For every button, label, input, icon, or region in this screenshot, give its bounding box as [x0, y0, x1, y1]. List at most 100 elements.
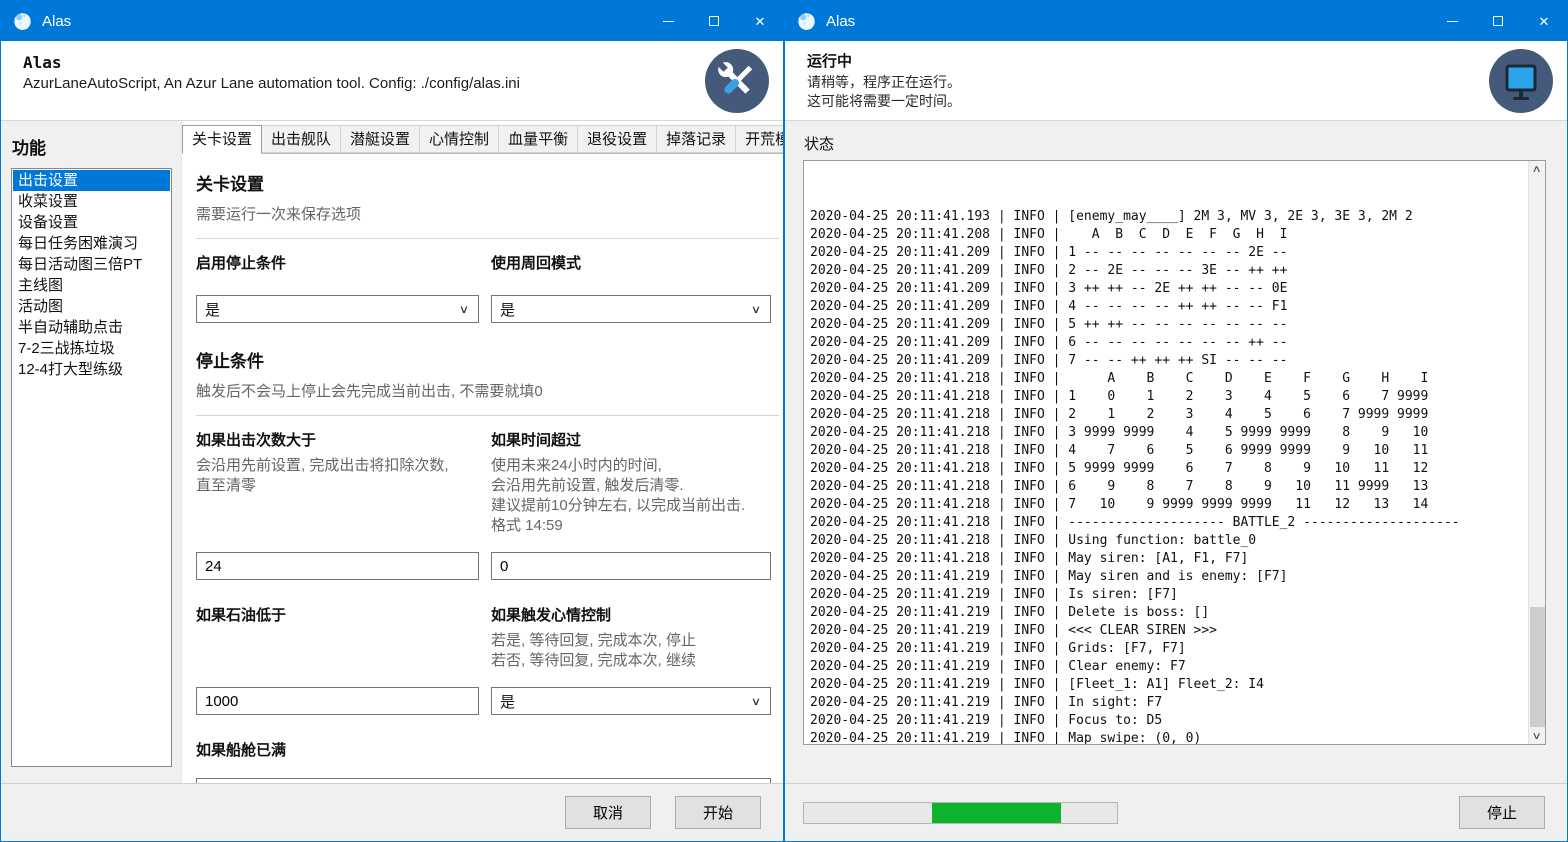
log-line: 2020-04-25 20:11:41.209 | INFO | 7 -- --…	[810, 352, 1528, 370]
count-time-section: 如果出击次数大于 如果时间超过 会沿用先前设置, 完成出击将扣除次数,直至清零 …	[196, 429, 779, 580]
function-list[interactable]: 出击设置收菜设置设备设置每日任务困难演习每日活动图三倍PT主线图活动图半自动辅助…	[11, 168, 172, 767]
divider	[196, 415, 779, 416]
function-list-item[interactable]: 收菜设置	[13, 191, 170, 212]
if-dock-full-label: 如果船舱已满	[196, 739, 479, 760]
log-line: 2020-04-25 20:11:41.209 | INFO | 3 ++ ++…	[810, 280, 1528, 298]
loop-mode-value: 是	[500, 299, 515, 320]
function-list-item[interactable]: 7-2三战拣垃圾	[13, 338, 170, 359]
chevron-down-icon	[459, 303, 469, 316]
function-list-item[interactable]: 每日任务困难演习	[13, 233, 170, 254]
oil-emotion-section: 如果石油低于 如果触发心情控制 若是, 等待回复, 完成本次, 停止若否, 等待…	[196, 604, 779, 715]
if-emotion-select[interactable]: 是	[491, 687, 771, 715]
tab[interactable]: 血量平衡	[498, 125, 578, 153]
running-footer: 停止	[785, 783, 1567, 841]
tab[interactable]: 潜艇设置	[340, 125, 420, 153]
scroll-down-icon[interactable]: ∨	[1532, 728, 1542, 744]
desc-line: 使用未来24小时内的时间,	[491, 456, 771, 476]
tab[interactable]: 关卡设置	[182, 125, 262, 154]
stop-condition-desc: 触发后不会马上停止会先完成当前出击, 不需要就填0	[196, 382, 779, 402]
sidebar-label: 功能	[12, 134, 181, 159]
log-line: 2020-04-25 20:11:41.219 | INFO | Focus t…	[810, 712, 1528, 730]
log-line: 2020-04-25 20:11:41.218 | INFO | 2 1 2 3…	[810, 406, 1528, 424]
if-time-input[interactable]	[491, 552, 771, 580]
scroll-up-icon[interactable]: ∧	[1532, 161, 1542, 177]
log-line: 2020-04-25 20:11:41.218 | INFO | May sir…	[810, 550, 1528, 568]
close-button[interactable]: ✕	[737, 1, 783, 41]
log-line: 2020-04-25 20:11:41.219 | INFO | Grids: …	[810, 640, 1528, 658]
cancel-button[interactable]: 取消	[565, 796, 651, 829]
tab[interactable]: 心情控制	[419, 125, 499, 153]
tab[interactable]: 出击舰队	[261, 125, 341, 153]
loop-mode-label: 使用周回模式	[491, 252, 771, 273]
function-list-item[interactable]: 设备设置	[13, 212, 170, 233]
enable-stop-label: 启用停止条件	[196, 252, 479, 273]
minimize-icon	[1447, 21, 1458, 22]
tab[interactable]: 掉落记录	[656, 125, 736, 153]
sidebar: 功能 出击设置收菜设置设备设置每日任务困难演习每日活动图三倍PT主线图活动图半自…	[1, 121, 181, 783]
log-line: 2020-04-25 20:11:41.218 | INFO | Using f…	[810, 532, 1528, 550]
scrollbar-thumb[interactable]	[1530, 607, 1545, 727]
function-list-item[interactable]: 每日活动图三倍PT	[13, 254, 170, 275]
settings-panel: 关卡设置出击舰队潜艇设置心情控制血量平衡退役设置掉落记录开荒模式 关卡设置 需要…	[181, 121, 783, 783]
log-line: 2020-04-25 20:11:41.209 | INFO | 6 -- --…	[810, 334, 1528, 352]
log-output: 2020-04-25 20:11:41.193 | INFO | [enemy_…	[804, 160, 1528, 744]
tab[interactable]: 退役设置	[577, 125, 657, 153]
form-subtitle: 需要运行一次来保存选项	[196, 205, 779, 225]
desc-line: 直至清零	[196, 476, 479, 496]
function-list-item[interactable]: 半自动辅助点击	[13, 317, 170, 338]
alas-settings-window: Alas ✕ Alas AzurLaneAutoScript, An Azur …	[0, 0, 784, 842]
enable-stop-value: 是	[205, 299, 220, 320]
status-label: 状态	[804, 133, 1567, 154]
running-line1: 请稍等，程序正在运行。	[807, 73, 1547, 92]
window-title: Alas	[42, 13, 71, 30]
function-list-item[interactable]: 出击设置	[13, 170, 170, 191]
stop-toggle-section: 启用停止条件 使用周回模式 是 是	[196, 252, 779, 323]
if-time-label: 如果时间超过	[491, 429, 771, 450]
close-button[interactable]: ✕	[1521, 1, 1567, 41]
desc-line: 会沿用先前设置, 完成出击将扣除次数,	[196, 456, 479, 476]
log-line: 2020-04-25 20:11:41.218 | INFO | A B C D…	[810, 370, 1528, 388]
desc-line: 若否, 等待回复, 完成本次, 继续	[491, 651, 771, 671]
tab[interactable]: 开荒模式	[735, 125, 783, 153]
caption-buttons-right: ✕	[1429, 1, 1567, 41]
if-time-desc: 使用未来24小时内的时间,会沿用先前设置, 触发后清零.建议提前10分钟左右, …	[491, 456, 771, 536]
titlebar-right[interactable]: Alas ✕	[785, 1, 1567, 41]
if-count-label: 如果出击次数大于	[196, 429, 479, 450]
minimize-button[interactable]	[645, 1, 691, 41]
loop-mode-select[interactable]: 是	[491, 295, 771, 323]
minimize-button[interactable]	[1429, 1, 1475, 41]
log-line: 2020-04-25 20:11:41.208 | INFO | A B C D…	[810, 226, 1528, 244]
running-line2: 这可能将需要一定时间。	[807, 92, 1547, 111]
stop-button[interactable]: 停止	[1459, 796, 1545, 829]
maximize-button[interactable]	[1475, 1, 1521, 41]
chevron-down-icon	[751, 303, 761, 316]
alas-logo-icon	[12, 11, 33, 32]
desc-line: 会沿用先前设置, 触发后清零.	[491, 476, 771, 496]
log-line: 2020-04-25 20:11:41.219 | INFO | May sir…	[810, 568, 1528, 586]
maximize-button[interactable]	[691, 1, 737, 41]
log-line: 2020-04-25 20:11:41.218 | INFO | 6 9 8 7…	[810, 478, 1528, 496]
function-list-item[interactable]: 12-4打大型练级	[13, 359, 170, 380]
close-icon: ✕	[755, 15, 766, 28]
function-list-item[interactable]: 活动图	[13, 296, 170, 317]
function-list-item[interactable]: 主线图	[13, 275, 170, 296]
dock-full-section: 如果船舱已满 否	[196, 739, 779, 783]
stop-condition-heading: 停止条件 触发后不会马上停止会先完成当前出击, 不需要就填0	[196, 347, 779, 402]
log-line: 2020-04-25 20:11:41.209 | INFO | 2 -- 2E…	[810, 262, 1528, 280]
desc-line: 格式 14:59	[491, 516, 771, 536]
log-line: 2020-04-25 20:11:41.218 | INFO | 1 0 1 2…	[810, 388, 1528, 406]
alas-logo-icon	[796, 11, 817, 32]
if-count-input[interactable]	[196, 552, 479, 580]
app-subtitle: AzurLaneAutoScript, An Azur Lane automat…	[23, 75, 763, 92]
log-scrollbar[interactable]: ∧ ∨	[1528, 161, 1545, 744]
progress-fill	[932, 803, 1060, 823]
log-line: 2020-04-25 20:11:41.209 | INFO | 5 ++ ++…	[810, 316, 1528, 334]
start-button[interactable]: 开始	[675, 796, 761, 829]
window-title: Alas	[826, 13, 855, 30]
titlebar-left[interactable]: Alas ✕	[1, 1, 783, 41]
tools-icon	[704, 48, 770, 119]
if-oil-input[interactable]	[196, 687, 479, 715]
enable-stop-select[interactable]: 是	[196, 295, 479, 323]
log-line: 2020-04-25 20:11:41.193 | INFO | [enemy_…	[810, 208, 1528, 226]
app-title: Alas	[23, 53, 763, 72]
